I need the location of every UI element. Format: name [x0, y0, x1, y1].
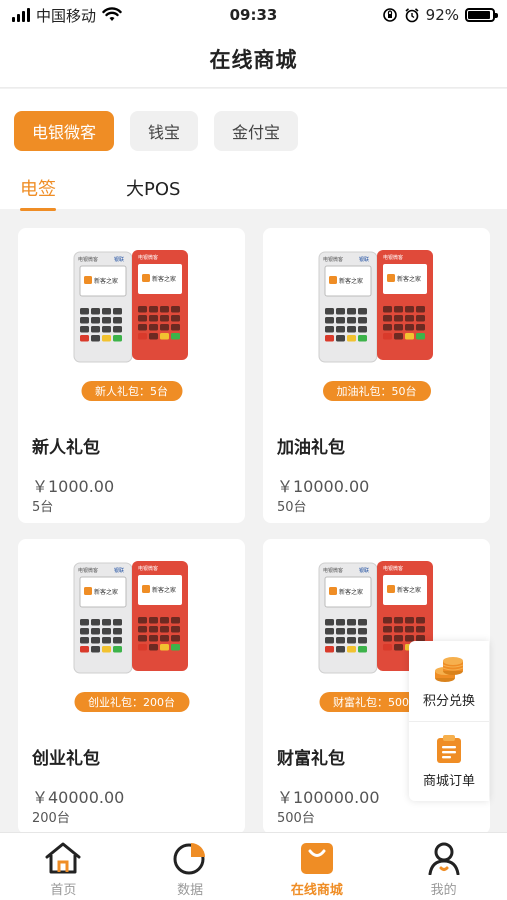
points-exchange-button[interactable]: 积分兑换 [409, 641, 489, 721]
pos-terminal-image: 新客之家 电银微客 银联新客之家 电银微客 [318, 250, 433, 363]
status-time: 09:33 [229, 6, 278, 24]
product-price: ￥100000.00 [277, 788, 380, 807]
pie-chart-icon [173, 843, 206, 875]
svg-text:新客之家: 新客之家 [339, 588, 363, 596]
chip-jinfubao[interactable]: 金付宝 [214, 111, 299, 151]
product-card[interactable]: 新客之家 电银微客 银联新客之家 电银微客 创业礼包：200台 创业礼包 ￥40000… [18, 539, 245, 834]
product-name: 加油礼包 [277, 438, 345, 458]
product-card[interactable]: 新客之家 电银微客 银联新客之家 电银微客 新人礼包：5台 新人礼包 ￥1000.00… [18, 228, 245, 523]
svg-text:电银微客: 电银微客 [383, 565, 403, 572]
svg-text:新客之家: 新客之家 [339, 277, 363, 285]
coins-icon [435, 656, 464, 682]
home-icon [45, 842, 81, 874]
nav-bar: 在线商城 [0, 30, 507, 88]
tab-mine[interactable]: 我的 [380, 833, 507, 900]
battery-percent: 92% [425, 6, 459, 24]
alarm-icon [405, 8, 419, 23]
product-quantity: 200台 [32, 811, 70, 826]
svg-text:新客之家: 新客之家 [152, 275, 176, 283]
tab-online-mall-label: 在线商城 [290, 883, 343, 898]
svg-text:电银微客: 电银微客 [323, 256, 343, 263]
svg-text:新客之家: 新客之家 [397, 275, 421, 283]
product-card[interactable]: 新客之家 电银微客 银联新客之家 电银微客 加油礼包：50台 加油礼包 ￥10000.… [263, 228, 490, 523]
svg-text:电银微客: 电银微客 [323, 567, 343, 574]
mall-orders-button[interactable]: 商城订单 [409, 721, 489, 801]
pos-terminal-image: 新客之家 电银微客 银联新客之家 电银微客 [73, 250, 188, 363]
page-title: 在线商城 [209, 47, 298, 72]
svg-text:电银微客: 电银微客 [138, 254, 158, 261]
package-badge: 新人礼包：5台 [81, 381, 182, 401]
product-price: ￥10000.00 [277, 477, 370, 496]
package-badge: 加油礼包：50台 [322, 381, 431, 401]
svg-text:新客之家: 新客之家 [94, 277, 118, 285]
product-quantity: 50台 [277, 500, 307, 515]
points-exchange-label: 积分兑换 [422, 693, 475, 709]
brand-chips: 电银微客 钱宝 金付宝 [14, 111, 299, 151]
tab-online-mall[interactable]: 在线商城 [254, 833, 381, 900]
tab-data-label: 数据 [177, 883, 204, 898]
svg-text:银联: 银联 [114, 256, 124, 263]
product-quantity: 500台 [277, 811, 315, 826]
svg-text:电银微客: 电银微客 [78, 256, 98, 263]
product-name: 财富礼包 [277, 749, 345, 769]
orientation-lock-icon [382, 8, 397, 22]
package-badge: 创业礼包：200台 [74, 692, 189, 712]
svg-text:电银微客: 电银微客 [138, 565, 158, 572]
status-right: 92% [382, 6, 498, 24]
battery-icon [465, 8, 498, 22]
floating-shortcuts: 积分兑换 商城订单 [409, 641, 489, 801]
tab-dianqian[interactable]: 电签 [20, 175, 56, 211]
tab-home[interactable]: 首页 [0, 833, 127, 900]
svg-text:银联: 银联 [359, 256, 369, 263]
pos-terminal-image: 新客之家 电银微客 银联新客之家 电银微客 [73, 561, 188, 674]
chip-qianbao[interactable]: 钱宝 [130, 111, 199, 151]
svg-text:银联: 银联 [359, 567, 369, 574]
user-icon [428, 842, 460, 875]
svg-text:银联: 银联 [114, 567, 124, 574]
tab-home-label: 首页 [50, 883, 77, 898]
svg-text:新客之家: 新客之家 [397, 586, 421, 594]
mall-orders-label: 商城订单 [422, 774, 475, 789]
product-price: ￥1000.00 [32, 477, 115, 496]
status-bar: 中国移动 09:33 92% [0, 0, 507, 30]
tab-mine-label: 我的 [430, 883, 457, 898]
shopping-bag-icon [300, 843, 333, 874]
svg-text:电银微客: 电银微客 [78, 567, 98, 574]
status-left: 中国移动 [12, 5, 122, 26]
filter-section: 电银微客 钱宝 金付宝 电签 大POS [0, 89, 507, 211]
tab-big-pos[interactable]: 大POS [126, 175, 180, 211]
chip-dianyin[interactable]: 电银微客 [14, 111, 115, 151]
bottom-tab-bar: 首页 数据 在线商城 我的 [0, 832, 507, 900]
carrier-label: 中国移动 [36, 6, 97, 25]
svg-text:新客之家: 新客之家 [152, 586, 176, 594]
product-name: 新人礼包 [32, 438, 100, 458]
product-price: ￥40000.00 [32, 788, 125, 807]
category-tabs: 电签 大POS [20, 175, 180, 211]
product-quantity: 5台 [32, 500, 54, 515]
wifi-icon [102, 7, 122, 21]
product-name: 创业礼包 [32, 749, 100, 769]
signal-icon [12, 8, 30, 22]
svg-text:新客之家: 新客之家 [94, 588, 118, 596]
order-list-icon [437, 735, 461, 763]
svg-text:电银微客: 电银微客 [383, 254, 403, 261]
tab-data[interactable]: 数据 [127, 833, 254, 900]
